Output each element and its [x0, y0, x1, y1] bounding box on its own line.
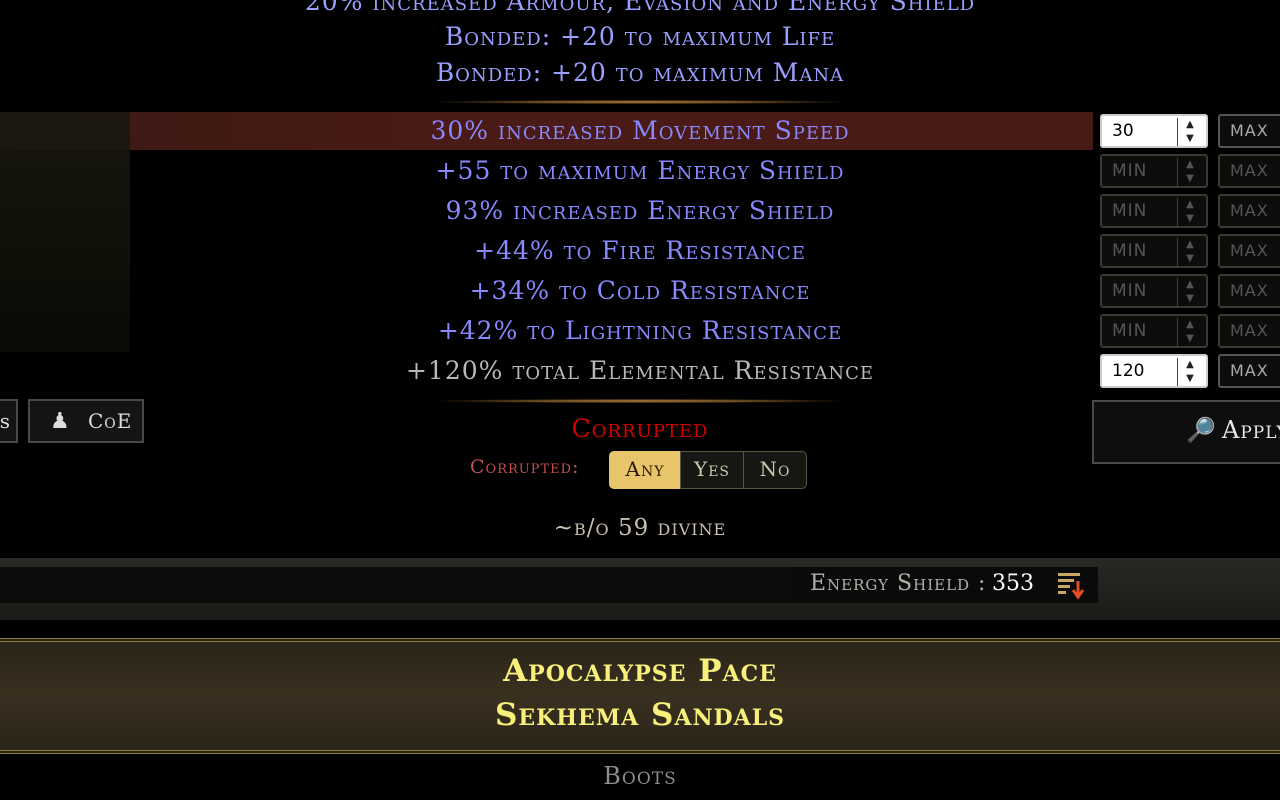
min-placeholder: MIN: [1112, 161, 1148, 181]
arrow-up-icon[interactable]: ▲: [1178, 358, 1202, 372]
mod-total-elemental-resistance[interactable]: +120% total Elemental Resistance: [0, 351, 1280, 391]
bonded-mod-life: Bonded: +20 to maximum Life: [444, 22, 836, 51]
spinner[interactable]: ▲ ▼: [1177, 158, 1202, 186]
min-input-fire-resistance[interactable]: MIN ▲ ▼: [1100, 234, 1208, 268]
spinner[interactable]: ▲ ▼: [1177, 318, 1202, 346]
arrow-down-icon[interactable]: ▼: [1178, 172, 1202, 186]
arrow-up-icon[interactable]: ▲: [1178, 118, 1202, 132]
item-category: Boots: [603, 762, 677, 790]
price-note: ~b/o 59 divine: [553, 515, 727, 541]
separator: [440, 100, 840, 104]
max-input-fire-resistance[interactable]: MAX: [1218, 234, 1280, 268]
arrow-up-icon[interactable]: ▲: [1178, 198, 1202, 212]
corrupted-any-toggle[interactable]: Any: [609, 451, 681, 489]
sort-colon: :: [978, 571, 986, 596]
mod-cold-resistance[interactable]: +34% to Cold Resistance: [0, 271, 1280, 311]
max-input-cold-resistance[interactable]: MAX: [1218, 274, 1280, 308]
item-base-type: Sekhema Sandals: [494, 697, 786, 733]
corrupted-no-toggle[interactable]: No: [743, 451, 807, 489]
arrow-up-icon[interactable]: ▲: [1178, 318, 1202, 332]
arrow-down-icon[interactable]: ▼: [1178, 332, 1202, 346]
min-input-max-energy-shield[interactable]: MIN ▲ ▼: [1100, 154, 1208, 188]
arrow-up-icon[interactable]: ▲: [1178, 278, 1202, 292]
min-value: 30: [1112, 121, 1134, 141]
spinner[interactable]: ▲ ▼: [1177, 118, 1202, 146]
mod-max-energy-shield[interactable]: +55 to maximum Energy Shield: [0, 151, 1280, 191]
min-placeholder: MIN: [1112, 321, 1148, 341]
min-input-total-elemental-resistance[interactable]: 120 ▲ ▼: [1100, 354, 1208, 388]
corrupted-title: Corrupted: [571, 414, 709, 443]
arrow-up-icon[interactable]: ▲: [1178, 238, 1202, 252]
arrow-down-icon[interactable]: ▼: [1178, 252, 1202, 266]
corrupted-filter-label: Corrupted:: [470, 456, 580, 478]
min-placeholder: MIN: [1112, 201, 1148, 221]
sort-descending-icon[interactable]: [1056, 567, 1090, 603]
separator: [440, 399, 840, 403]
max-input-movement-speed[interactable]: MAX: [1218, 114, 1280, 148]
arrow-down-icon[interactable]: ▼: [1178, 372, 1202, 386]
spinner[interactable]: ▲ ▼: [1177, 358, 1202, 386]
item-name: Apocalypse Pace: [503, 653, 777, 689]
mod-increased-energy-shield[interactable]: 93% increased Energy Shield: [0, 191, 1280, 231]
max-input-max-energy-shield[interactable]: MAX: [1218, 154, 1280, 188]
corrupted-yes-toggle[interactable]: Yes: [680, 451, 744, 489]
max-input-increased-energy-shield[interactable]: MAX: [1218, 194, 1280, 228]
mod-lightning-resistance[interactable]: +42% to Lightning Resistance: [0, 311, 1280, 351]
spinner[interactable]: ▲ ▼: [1177, 198, 1202, 226]
spinner[interactable]: ▲ ▼: [1177, 238, 1202, 266]
min-input-cold-resistance[interactable]: MIN ▲ ▼: [1100, 274, 1208, 308]
mod-movement-speed[interactable]: 30% increased Movement Speed: [0, 111, 1280, 151]
arrow-down-icon[interactable]: ▼: [1178, 292, 1202, 306]
min-value: 120: [1112, 361, 1145, 381]
arrow-up-icon[interactable]: ▲: [1178, 158, 1202, 172]
min-placeholder: MIN: [1112, 241, 1148, 261]
sort-label: Energy Shield: [810, 571, 971, 596]
arrow-down-icon[interactable]: ▼: [1178, 132, 1202, 146]
mod-fire-resistance[interactable]: +44% to Fire Resistance: [0, 231, 1280, 271]
max-input-lightning-resistance[interactable]: MAX: [1218, 314, 1280, 348]
min-placeholder: MIN: [1112, 281, 1148, 301]
spinner[interactable]: ▲ ▼: [1177, 278, 1202, 306]
results-bar-inner: [0, 567, 792, 603]
min-input-movement-speed[interactable]: 30 ▲ ▼: [1100, 114, 1208, 148]
bonded-mod-mana: Bonded: +20 to maximum Mana: [435, 58, 845, 87]
sort-value: 353: [992, 571, 1034, 596]
arrow-down-icon[interactable]: ▼: [1178, 212, 1202, 226]
max-input-total-elemental-resistance[interactable]: MAX: [1218, 354, 1280, 388]
min-input-increased-energy-shield[interactable]: MIN ▲ ▼: [1100, 194, 1208, 228]
sort-bar[interactable]: Energy Shield : 353: [792, 567, 1098, 603]
min-input-lightning-resistance[interactable]: MIN ▲ ▼: [1100, 314, 1208, 348]
